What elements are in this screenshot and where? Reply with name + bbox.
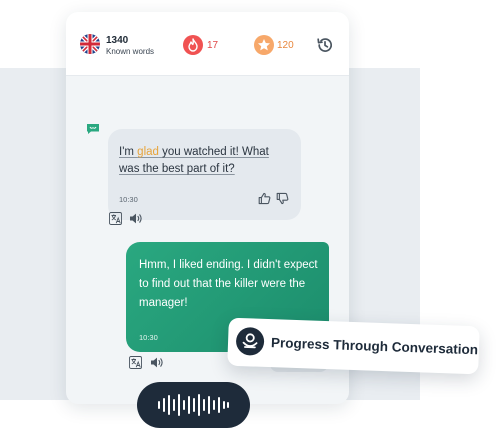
- incoming-message: I'm glad you watched it! What was the be…: [108, 129, 301, 220]
- streak-count: 17: [207, 40, 219, 51]
- points-count: 120: [277, 40, 294, 51]
- translate-icon[interactable]: [129, 356, 142, 369]
- promo-label: Progress Through Conversation: [270, 335, 479, 358]
- thumbs-up-icon[interactable]: [258, 192, 271, 205]
- chat-icon: [86, 122, 100, 134]
- speaker-icon[interactable]: [129, 212, 143, 225]
- stats-bar: 1340 Known words 17 120: [66, 12, 349, 76]
- thumbs-down-icon[interactable]: [276, 192, 289, 205]
- waveform-icon: [157, 393, 230, 417]
- mic-button[interactable]: [137, 382, 250, 428]
- promo-card: Progress Through Conversation: [227, 317, 480, 375]
- translate-icon[interactable]: [109, 212, 122, 225]
- text-before: I'm: [119, 146, 138, 158]
- app-showcase: 1340 Known words 17 120 I'm glad you wat…: [0, 0, 496, 435]
- outgoing-message-text: Hmm, I liked ending. I didn't expect to …: [139, 259, 318, 309]
- outgoing-message-time: 10:30: [139, 333, 158, 342]
- known-words-label: Known words: [106, 47, 155, 56]
- known-words-count: 1340: [106, 35, 129, 46]
- star-icon: [254, 35, 274, 55]
- speaker-icon[interactable]: [150, 356, 164, 369]
- highlighted-word[interactable]: glad: [137, 146, 159, 158]
- uk-flag-icon[interactable]: [80, 34, 100, 54]
- progress-icon: [235, 326, 265, 356]
- incoming-message-time: 10:30: [119, 195, 138, 204]
- fire-icon: [183, 35, 203, 55]
- history-icon[interactable]: [316, 36, 334, 54]
- incoming-message-text[interactable]: I'm glad you watched it! What was the be…: [119, 144, 289, 178]
